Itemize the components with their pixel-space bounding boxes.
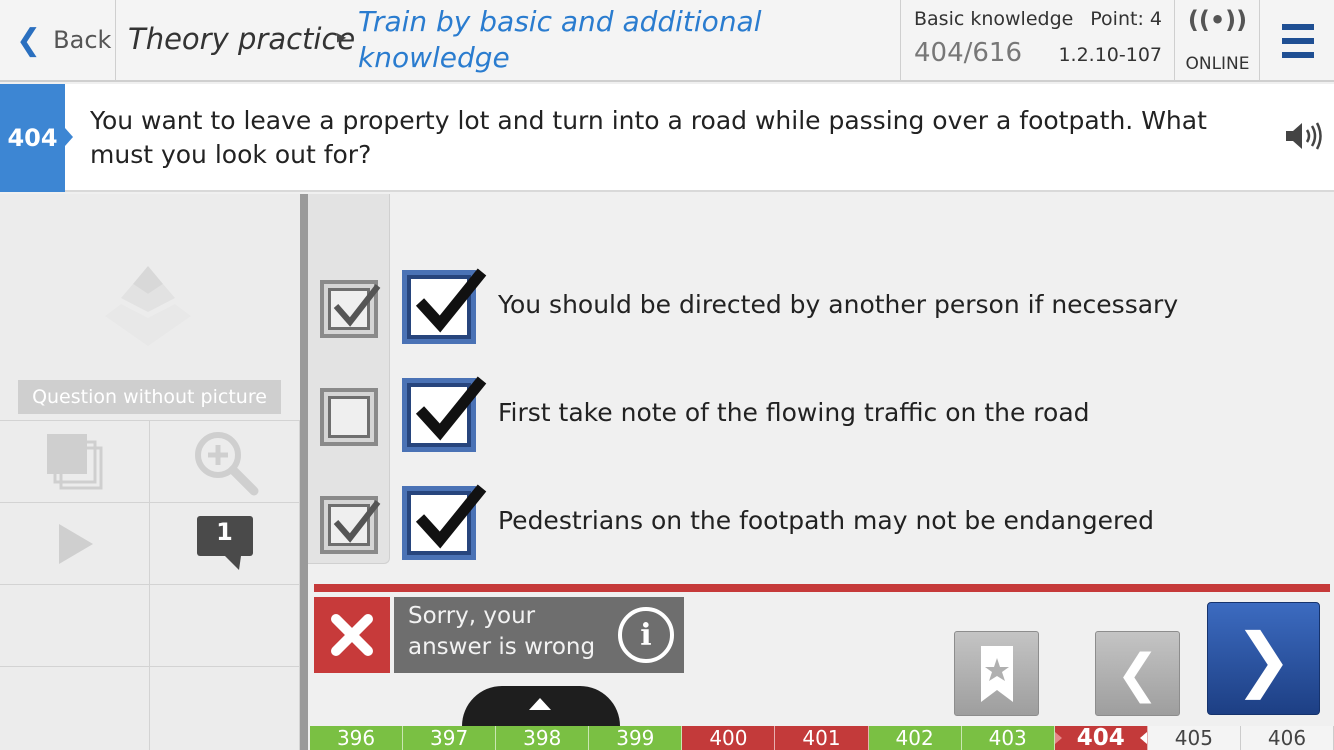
answer-text: Pedestrians on the footpath may not be e… xyxy=(498,506,1155,535)
copy-button[interactable] xyxy=(0,420,150,502)
check-icon xyxy=(415,376,487,441)
category-label: Basic knowledge xyxy=(914,8,1074,30)
answer-text: You should be directed by another person… xyxy=(498,290,1179,319)
question-nav-item[interactable]: 398 xyxy=(496,726,590,750)
header-bar: ❮ Back Theory practice ▶ Train by basic … xyxy=(0,0,1334,82)
question-nav-item[interactable]: 405 xyxy=(1147,726,1241,750)
online-label: ONLINE xyxy=(1185,54,1250,74)
chevron-left-icon: ❮ xyxy=(1115,643,1160,704)
left-panel: Question without picture 1 xyxy=(0,194,300,750)
empty-cell xyxy=(150,584,300,666)
answer-option: You should be directed by another person… xyxy=(320,258,1320,344)
comment-count: 1 xyxy=(216,517,233,546)
bookmark-icon xyxy=(981,646,1013,702)
check-icon xyxy=(415,268,487,333)
comments-button[interactable]: 1 xyxy=(150,502,300,584)
question-text: You want to leave a property lot and tur… xyxy=(90,106,1207,169)
chevron-right-icon: ❯ xyxy=(1234,617,1293,700)
wrong-icon xyxy=(314,597,390,673)
question-nav-item-current[interactable]: 404 xyxy=(1054,725,1148,750)
question-nav-item[interactable]: 406 xyxy=(1240,726,1334,750)
play-icon xyxy=(58,523,93,564)
check-icon xyxy=(415,484,487,549)
question-nav-item[interactable]: 402 xyxy=(868,726,962,750)
no-picture-label: Question without picture xyxy=(18,380,281,414)
arrow-up-icon xyxy=(529,698,551,710)
empty-cell xyxy=(0,584,150,666)
question-strip: 396 397 398 399 400 401 402 403 404 405 … xyxy=(310,725,1334,750)
back-label: Back xyxy=(53,26,112,54)
user-checkbox[interactable] xyxy=(320,388,378,446)
question-bar: 404 You want to leave a property lot and… xyxy=(0,84,1334,192)
question-nav-item[interactable]: 403 xyxy=(961,726,1055,750)
question-nav-item[interactable]: 400 xyxy=(682,726,776,750)
hamburger-icon-bar xyxy=(1282,52,1314,58)
solution-checkbox xyxy=(402,376,487,452)
hamburger-icon-bar xyxy=(1282,38,1314,44)
check-icon xyxy=(333,500,381,543)
question-nav-item[interactable]: 397 xyxy=(403,726,497,750)
question-nav-item[interactable]: 401 xyxy=(775,726,869,750)
stack-icon xyxy=(46,433,102,489)
next-button[interactable]: ❯ xyxy=(1207,602,1320,715)
version-label: 1.2.10-107 xyxy=(1058,44,1162,66)
previous-button[interactable]: ❮ xyxy=(1095,631,1180,716)
zoom-in-icon xyxy=(194,431,258,495)
hamburger-icon xyxy=(1282,24,1314,30)
points-label: Point: 4 xyxy=(1090,8,1162,30)
question-nav-item[interactable]: 399 xyxy=(589,726,683,750)
comment-icon: 1 xyxy=(195,514,255,574)
user-checkbox[interactable] xyxy=(320,280,381,338)
mode-title: Train by basic and additional knowledge xyxy=(358,5,762,74)
zoom-button[interactable] xyxy=(150,420,300,502)
check-icon xyxy=(333,284,381,327)
online-status[interactable]: ((•)) ONLINE xyxy=(1175,0,1260,80)
breadcrumb[interactable]: Theory practice xyxy=(128,22,355,56)
user-checkbox[interactable] xyxy=(320,496,381,554)
empty-cell xyxy=(150,666,300,750)
menu-button[interactable] xyxy=(1260,0,1334,80)
drawer-handle[interactable] xyxy=(462,686,620,726)
solution-checkbox xyxy=(402,484,487,560)
answer-text: First take note of the flowing traffic o… xyxy=(498,398,1090,427)
bookmark-button[interactable] xyxy=(954,631,1039,716)
progress-counter: 404/616 xyxy=(914,38,1023,68)
question-nav-item[interactable]: 396 xyxy=(310,726,404,750)
breadcrumb-arrow-icon: ▶ xyxy=(337,30,347,44)
broadcast-icon: ((•)) xyxy=(1187,6,1248,34)
answer-option: First take note of the flowing traffic o… xyxy=(320,366,1320,452)
panel-divider xyxy=(300,194,308,750)
result-text: Sorry, your answer is wrong xyxy=(408,603,596,660)
solution-checkbox xyxy=(402,268,487,344)
progress-info: Basic knowledge Point: 4 404/616 1.2.10-… xyxy=(900,0,1175,80)
result-divider xyxy=(314,584,1330,592)
question-number: 404 xyxy=(0,84,73,192)
back-button[interactable]: ❮ Back xyxy=(0,0,116,80)
layers-icon xyxy=(103,264,193,354)
tool-grid: 1 xyxy=(0,420,300,750)
answer-option: Pedestrians on the footpath may not be e… xyxy=(320,474,1320,560)
app-screen: ❮ Back Theory practice ▶ Train by basic … xyxy=(0,0,1334,750)
empty-cell xyxy=(0,666,150,750)
info-icon[interactable]: i xyxy=(618,607,674,663)
speaker-icon[interactable] xyxy=(1284,120,1324,160)
play-button[interactable] xyxy=(0,502,150,584)
chevron-left-icon: ❮ xyxy=(16,22,42,58)
